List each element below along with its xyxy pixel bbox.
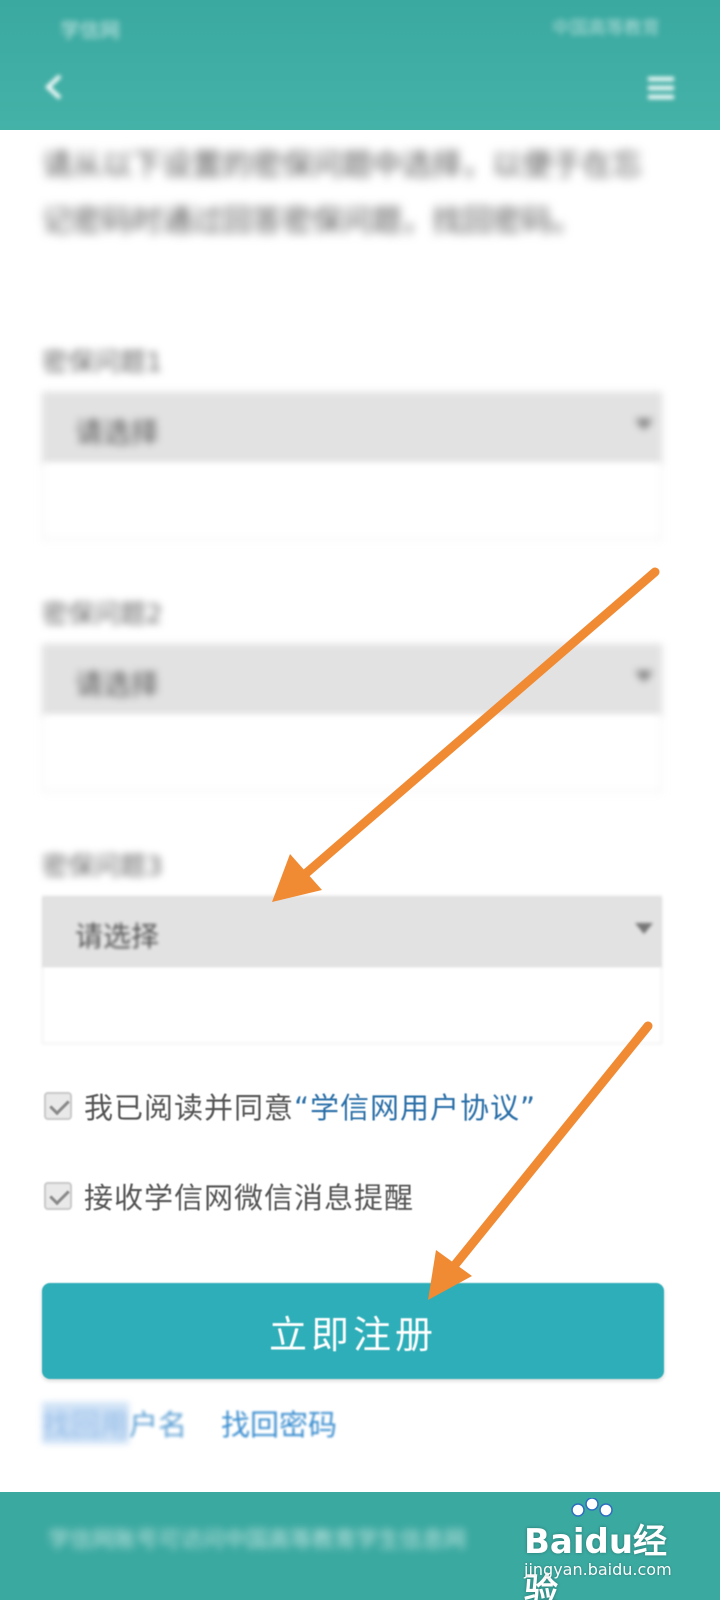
question-2-answer-input[interactable] <box>42 716 662 792</box>
baidu-watermark: Baidu经验 jingyan.baidu.com <box>512 1498 692 1600</box>
chevron-down-icon <box>635 923 653 934</box>
watermark-url: jingyan.baidu.com <box>524 1560 672 1579</box>
question-1-select[interactable]: 请选择 <box>42 392 662 464</box>
agree-terms-text: 我已阅读并同意“学信网用户协议” <box>84 1085 536 1127</box>
chevron-down-icon <box>635 671 653 682</box>
user-agreement-link[interactable]: “学信网用户协议” <box>294 1091 536 1125</box>
chevron-down-icon <box>635 419 653 430</box>
wechat-notice-checkbox[interactable] <box>44 1182 72 1210</box>
wechat-notice-row[interactable]: 接收学信网微信消息提醒 <box>44 1176 414 1216</box>
header-subtitle: 中国高等教育 <box>552 18 660 39</box>
agree-terms-row[interactable]: 我已阅读并同意“学信网用户协议” <box>44 1086 536 1126</box>
question-1-select-value: 请选择 <box>75 416 160 449</box>
find-username-link[interactable]: 找回用户名 <box>42 1402 187 1444</box>
register-button[interactable]: 立即注册 <box>42 1283 664 1379</box>
question-2-label: 密保问题2 <box>42 600 163 630</box>
menu-icon[interactable] <box>646 74 676 102</box>
question-2-select[interactable]: 请选择 <box>42 644 662 716</box>
intro-text: 请从以下设置的密保问题中选择，以便于在忘记密码时通过回答密保问题，找回密码。 <box>42 148 642 239</box>
question-1-label: 密保问题1 <box>42 348 163 378</box>
question-1-answer-input[interactable] <box>42 464 662 540</box>
watermark-brand: Baidu经验 <box>524 1522 668 1600</box>
wechat-notice-text: 接收学信网微信消息提醒 <box>84 1181 415 1215</box>
find-password-link[interactable]: 找回密码 <box>221 1402 337 1444</box>
question-3-select[interactable]: 请选择 <box>42 896 662 968</box>
find-username-link-prefix: 找回用 <box>42 1402 130 1444</box>
app-header: 学信网 中国高等教育 <box>0 0 720 130</box>
agree-terms-checkbox[interactable] <box>44 1092 72 1120</box>
question-3-select-value: 请选择 <box>75 920 160 953</box>
arrow-to-register-icon <box>428 1021 653 1300</box>
header-brand: 学信网 <box>60 18 120 42</box>
bottom-links: 找回用户名 找回密码 <box>42 1402 337 1444</box>
find-username-link-suffix: 户名 <box>129 1408 188 1442</box>
agree-terms-prefix: 我已阅读并同意 <box>84 1091 295 1125</box>
question-3-label: 密保问题3 <box>42 852 163 882</box>
question-3-answer-input[interactable] <box>42 968 662 1044</box>
back-arrow-icon[interactable] <box>40 72 70 102</box>
question-2-select-value: 请选择 <box>75 668 160 701</box>
footer-text: 学信网账号可访问中国高等教育学生信息网 <box>48 1528 467 1553</box>
